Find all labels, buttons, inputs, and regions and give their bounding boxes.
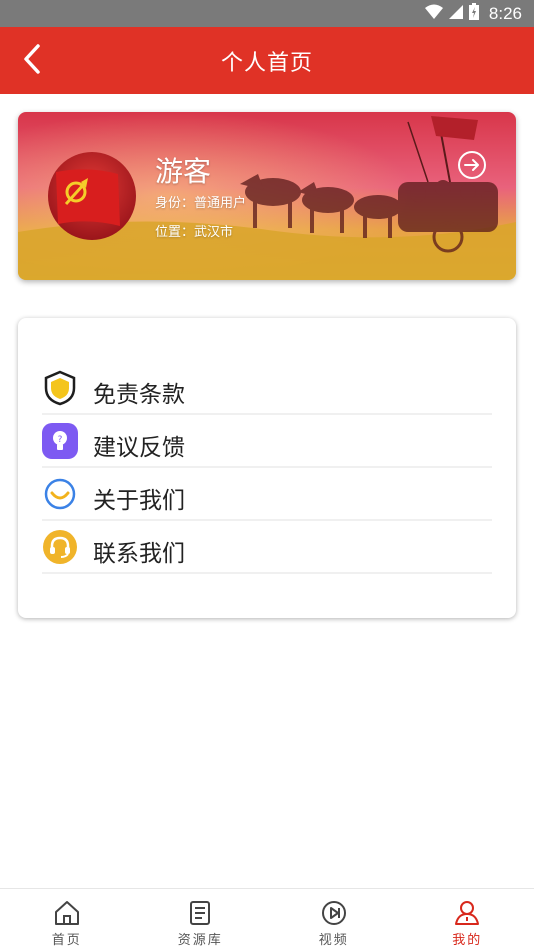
tab-label: 视频 xyxy=(318,933,349,948)
menu-item-label: 免责条款 xyxy=(93,381,185,408)
menu-card: 免责条款 ? 建议反馈 关于我们 联系我们 xyxy=(18,318,516,618)
arrow-right-circle-icon[interactable] xyxy=(457,150,487,180)
page-title: 个人首页 xyxy=(220,50,313,76)
back-button[interactable] xyxy=(14,41,50,77)
tab-video[interactable]: 视频 xyxy=(267,889,401,950)
lightbulb-icon: ? xyxy=(42,422,78,459)
svg-text:?: ? xyxy=(58,435,63,445)
profile-name: 游客 xyxy=(155,155,212,188)
tab-label: 首页 xyxy=(51,933,82,948)
document-icon xyxy=(190,901,211,925)
user-icon xyxy=(455,901,480,925)
smile-icon xyxy=(42,476,78,512)
tab-home[interactable]: 首页 xyxy=(0,889,134,950)
tab-label: 资源库 xyxy=(177,933,223,948)
wifi-icon xyxy=(424,4,443,24)
shield-icon xyxy=(42,370,78,406)
menu-item-label: 联系我们 xyxy=(93,540,185,567)
profile-card[interactable]: 游客 身份：普通用户 位置：武汉市 xyxy=(18,112,516,280)
profile-location: 位置：武汉市 xyxy=(155,225,234,240)
menu-item-about[interactable]: 关于我们 xyxy=(42,468,492,521)
status-time: 8:26 xyxy=(488,3,522,23)
party-flag-icon xyxy=(48,152,136,240)
home-icon xyxy=(54,901,79,925)
chevron-left-icon xyxy=(24,44,40,74)
profile-identity: 身份：普通用户 xyxy=(155,196,247,211)
tab-library[interactable]: 资源库 xyxy=(134,889,268,950)
tab-mine[interactable]: 我的 xyxy=(401,889,534,950)
menu-list: 免责条款 ? 建议反馈 关于我们 联系我们 xyxy=(42,362,492,574)
headset-icon xyxy=(42,529,78,565)
menu-item-label: 关于我们 xyxy=(93,487,185,514)
signal-icon xyxy=(448,4,463,24)
tab-label: 我的 xyxy=(452,933,483,948)
menu-item-label: 建议反馈 xyxy=(93,434,185,461)
menu-item-contact[interactable]: 联系我们 xyxy=(42,521,492,574)
app-header: 个人首页 xyxy=(0,27,534,94)
video-icon xyxy=(321,901,346,925)
bottom-tab-bar: 首页 资源库 视频 我的 xyxy=(0,888,534,950)
avatar xyxy=(48,152,136,240)
menu-item-disclaimer[interactable]: 免责条款 xyxy=(42,362,492,415)
battery-icon xyxy=(468,3,479,24)
menu-item-feedback[interactable]: ? 建议反馈 xyxy=(42,415,492,468)
status-bar: 8:26 xyxy=(0,0,534,27)
